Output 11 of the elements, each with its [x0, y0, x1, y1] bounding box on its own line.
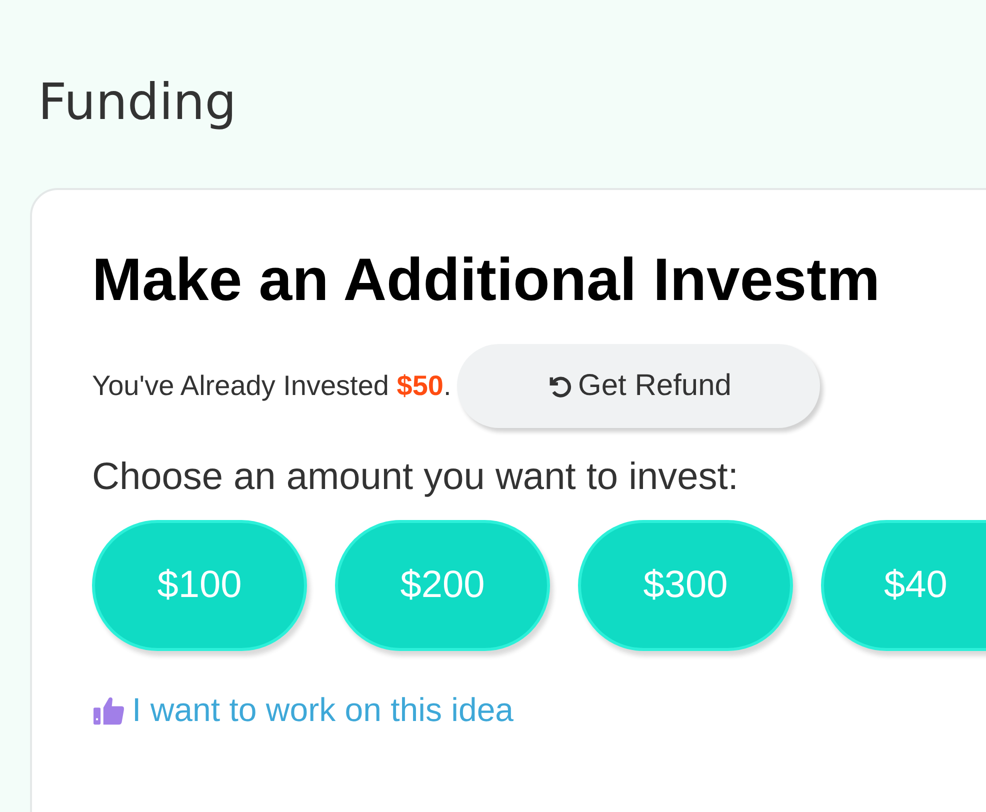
- get-refund-button[interactable]: Get Refund: [457, 344, 820, 428]
- amount-button[interactable]: $300: [578, 520, 793, 651]
- amount-button[interactable]: $100: [92, 520, 307, 651]
- amount-button[interactable]: $40: [821, 520, 986, 651]
- invested-amount-text: You've Already Invested $50.: [92, 370, 452, 402]
- page-title: Funding: [38, 72, 238, 132]
- work-on-idea-link[interactable]: I want to work on this idea: [92, 691, 514, 729]
- amount-button[interactable]: $200: [335, 520, 550, 651]
- amount-prompt: Choose an amount you want to invest:: [92, 455, 740, 500]
- card-title: Make an Additional Investm: [92, 245, 881, 315]
- thumbs-up-icon: [92, 694, 126, 726]
